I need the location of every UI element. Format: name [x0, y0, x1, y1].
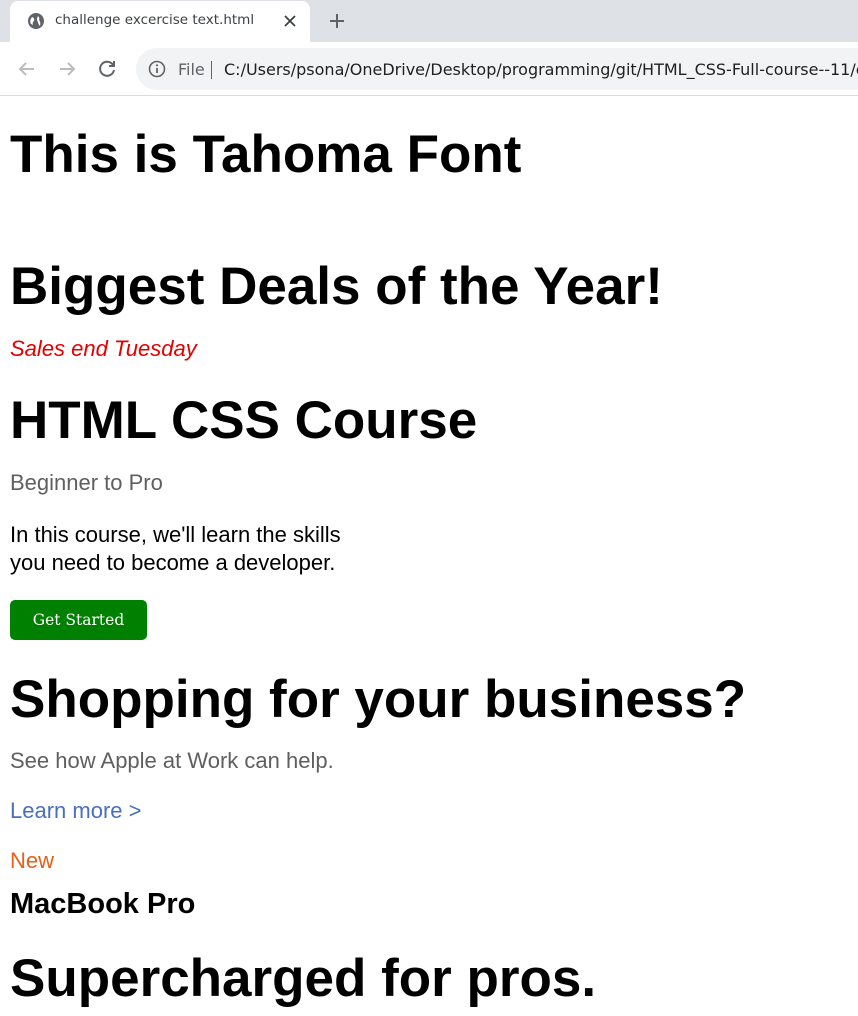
heading-supercharged: Supercharged for pros. — [10, 949, 597, 1008]
globe-icon — [27, 12, 45, 30]
shopping-subtitle: See how Apple at Work can help. — [10, 748, 334, 773]
tab-strip: challenge excercise text.html — [0, 0, 858, 42]
close-icon[interactable] — [281, 12, 299, 30]
info-icon[interactable] — [148, 60, 166, 78]
tab-title: challenge excercise text.html — [55, 12, 255, 28]
browser-tab[interactable]: challenge excercise text.html — [10, 1, 310, 42]
address-bar[interactable]: File C:/Users/psona/OneDrive/Desktop/pro… — [136, 48, 858, 90]
get-started-button[interactable]: Get Started — [10, 600, 147, 640]
url-text[interactable]: C:/Users/psona/OneDrive/Desktop/programm… — [224, 60, 858, 79]
product-name: MacBook Pro — [10, 888, 196, 920]
arrow-left-icon[interactable] — [14, 56, 40, 82]
learn-more-link[interactable]: Learn more > — [10, 798, 141, 824]
course-subtitle: Beginner to Pro — [10, 470, 163, 495]
course-description: In this course, we'll learn the skills y… — [10, 522, 341, 575]
scheme-divider — [211, 61, 212, 79]
heading-deals: Biggest Deals of the Year! — [10, 257, 663, 316]
arrow-right-icon[interactable] — [54, 56, 80, 82]
new-badge: New — [10, 848, 55, 873]
plus-icon[interactable] — [325, 9, 349, 33]
page-content: This is Tahoma Font Biggest Deals of the… — [0, 97, 858, 1016]
heading-course: HTML CSS Course — [10, 391, 478, 450]
browser-toolbar: File C:/Users/psona/OneDrive/Desktop/pro… — [0, 42, 858, 96]
scheme-label: File — [178, 60, 205, 79]
reload-icon[interactable] — [94, 56, 120, 82]
sale-note: Sales end Tuesday — [10, 336, 197, 361]
heading-shopping: Shopping for your business? — [10, 670, 747, 729]
heading-tahoma: This is Tahoma Font — [10, 125, 522, 184]
